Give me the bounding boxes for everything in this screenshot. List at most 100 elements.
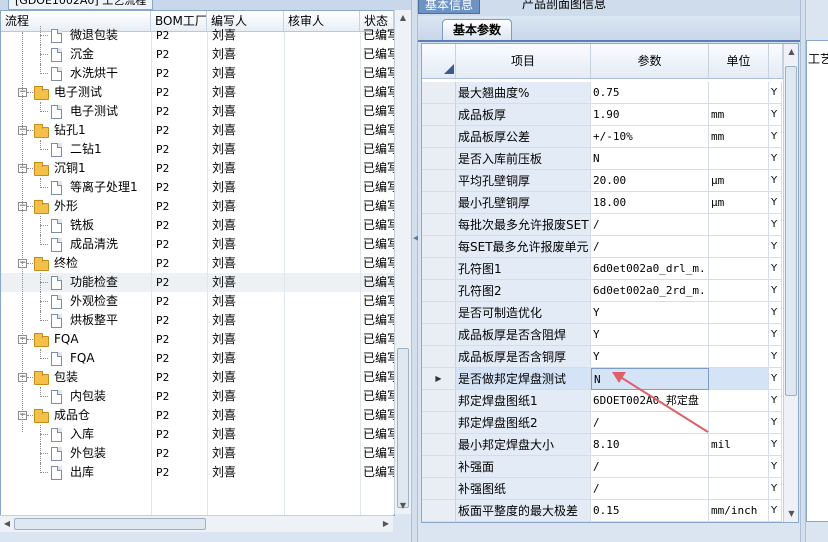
param-value-cell[interactable]: 18.00 <box>591 192 709 214</box>
tree-node-label[interactable]: 成品仓 <box>54 406 90 425</box>
col-header-unit[interactable]: 单位 <box>709 44 769 78</box>
tree-node-label[interactable]: 成品清洗 <box>70 235 118 254</box>
param-value-cell[interactable]: 20.00 <box>591 170 709 192</box>
col-header-item[interactable]: 项目 <box>456 44 591 78</box>
param-row[interactable]: 成品板厚是否含铜厚 Y Y <box>422 346 798 368</box>
param-row[interactable]: ▶ 是否做邦定焊盘测试 N Y <box>422 368 798 390</box>
tree-node-label[interactable]: FQA <box>54 330 79 349</box>
param-value-cell[interactable]: / <box>591 214 709 236</box>
scroll-down-arrow-icon[interactable]: ▼ <box>784 506 798 522</box>
panel-splitter[interactable]: ◀ <box>411 0 418 542</box>
tree-node-label[interactable]: 外观检查 <box>70 292 118 311</box>
param-value-cell[interactable]: +/-10% <box>591 126 709 148</box>
param-row[interactable]: 最小孔壁铜厚 18.00 μm Y <box>422 192 798 214</box>
tree-folder-row[interactable]: −包装P2刘喜已编写 <box>1 368 394 387</box>
tree-node-label[interactable]: 烘板整平 <box>70 311 118 330</box>
grid-vertical-scrollbar[interactable]: ▲ ▼ <box>783 44 798 522</box>
scroll-thumb[interactable] <box>785 66 797 396</box>
tree-node-label[interactable]: 铣板 <box>70 216 94 235</box>
tree-node-label[interactable]: 沉金 <box>70 45 94 64</box>
param-row[interactable]: 成品板厚公差 +/-10% mm Y <box>422 126 798 148</box>
tree-folder-row[interactable]: −钻孔1P2刘喜已编写 <box>1 121 394 140</box>
param-row[interactable]: 成品板厚是否含阻焊 Y Y <box>422 324 798 346</box>
tree-row[interactable]: 铣板 P2 刘喜 已编写 <box>1 216 394 235</box>
scroll-thumb[interactable] <box>397 348 409 508</box>
tree-row[interactable]: 电子测试 P2 刘喜 已编写 <box>1 102 394 121</box>
param-row[interactable]: 最大翘曲度% 0.75 Y <box>422 82 798 104</box>
param-row[interactable]: 是否入库前压板 N Y <box>422 148 798 170</box>
process-tab[interactable]: [GDOE1002A0] 工艺流程 <box>8 0 154 10</box>
tree-folder-row[interactable]: −成品仓P2刘喜已编写 <box>1 406 394 425</box>
param-row[interactable]: 每批次最多允许报废SET / Y <box>422 214 798 236</box>
tree-folder-row[interactable]: −电子测试P2刘喜已编写 <box>1 83 394 102</box>
tree-node-label[interactable]: 出库 <box>70 463 94 482</box>
scroll-down-arrow-icon[interactable]: ▼ <box>395 498 411 514</box>
tree-node-label[interactable]: 沉铜1 <box>54 159 86 178</box>
tree-row[interactable]: 入库 P2 刘喜 已编写 <box>1 425 394 444</box>
tree-folder-row[interactable]: −FQAP2刘喜已编写 <box>1 330 394 349</box>
param-value-cell[interactable]: 6d0et002a0_drl_m... <box>591 258 709 280</box>
tree-node-label[interactable]: 电子测试 <box>70 102 118 121</box>
tree-vertical-scrollbar[interactable]: ▲ ▼ <box>394 10 411 514</box>
tab-profile-info[interactable]: 产品剖面图信息 <box>516 0 612 12</box>
tree-node-label[interactable]: 微退包装 <box>70 26 118 45</box>
scroll-left-arrow-icon[interactable]: ◀ <box>0 516 14 532</box>
tree-node-label[interactable]: 水洗烘干 <box>70 64 118 83</box>
tree-node-label[interactable]: 包装 <box>54 368 78 387</box>
param-value-cell[interactable]: N <box>591 148 709 170</box>
scroll-up-arrow-icon[interactable]: ▲ <box>395 10 411 26</box>
tree-node-label[interactable]: 入库 <box>70 425 94 444</box>
param-row[interactable]: 每SET最多允许报废单元 / Y <box>422 236 798 258</box>
tree-node-label[interactable]: 电子测试 <box>54 83 102 102</box>
tree-row[interactable]: 水洗烘干 P2 刘喜 已编写 <box>1 64 394 83</box>
col-header-flag[interactable] <box>769 44 783 78</box>
tree-row[interactable]: 内包装 P2 刘喜 已编写 <box>1 387 394 406</box>
tree-row[interactable]: 外包装 P2 刘喜 已编写 <box>1 444 394 463</box>
tree-row[interactable]: 外观检查 P2 刘喜 已编写 <box>1 292 394 311</box>
param-value-cell[interactable]: Y <box>591 346 709 368</box>
param-value-cell[interactable]: 0.75 <box>591 82 709 104</box>
tree-horizontal-scrollbar[interactable]: ◀ ▶ <box>0 515 393 532</box>
scroll-right-arrow-icon[interactable]: ▶ <box>379 516 393 532</box>
tree-row[interactable]: 出库 P2 刘喜 已编写 <box>1 463 394 482</box>
tree-node-label[interactable]: 钻孔1 <box>54 121 86 140</box>
tree-row[interactable]: FQA P2 刘喜 已编写 <box>1 349 394 368</box>
tree-folder-row[interactable]: −沉铜1P2刘喜已编写 <box>1 159 394 178</box>
param-row[interactable]: 最小邦定焊盘大小 8.10 mil Y <box>422 434 798 456</box>
tree-row[interactable]: 成品清洗 P2 刘喜 已编写 <box>1 235 394 254</box>
param-row[interactable]: 是否可制造优化 Y Y <box>422 302 798 324</box>
param-value-cell[interactable]: / <box>591 412 709 434</box>
param-value-cell[interactable]: N <box>591 368 709 390</box>
tree-node-label[interactable]: 内包装 <box>70 387 106 406</box>
tree-row[interactable]: 微退包装 P2 刘喜 已编写 <box>1 26 394 45</box>
scroll-thumb[interactable] <box>14 518 206 530</box>
tree-node-label[interactable]: 功能检查 <box>70 273 118 292</box>
col-header-value[interactable]: 参数 <box>591 44 709 78</box>
param-value-cell[interactable]: 8.10 <box>591 434 709 456</box>
tree-folder-row[interactable]: −终检P2刘喜已编写 <box>1 254 394 273</box>
tree-row[interactable]: 等离子处理1 P2 刘喜 已编写 <box>1 178 394 197</box>
tree-node-label[interactable]: 二钻1 <box>70 140 102 159</box>
tree-row[interactable]: 功能检查 P2 刘喜 已编写 <box>1 273 394 292</box>
param-row[interactable]: 邦定焊盘图纸2/ Y <box>422 412 798 434</box>
param-row[interactable]: 邦定焊盘图纸1 6DOET002A0.邦定盘 Y <box>422 390 798 412</box>
param-row[interactable]: 成品板厚 1.90 mm Y <box>422 104 798 126</box>
param-value-cell[interactable]: 1.90 <box>591 104 709 126</box>
param-value-cell[interactable]: / <box>591 456 709 478</box>
tree-node-label[interactable]: 终检 <box>54 254 78 273</box>
tab-basic-info[interactable]: 基本信息 <box>418 0 481 14</box>
param-row[interactable]: 孔符图1 6d0et002a0_drl_m... Y <box>422 258 798 280</box>
param-value-cell[interactable]: Y <box>591 302 709 324</box>
param-value-cell[interactable]: / <box>591 478 709 500</box>
tree-node-label[interactable]: 外形 <box>54 197 78 216</box>
param-value-cell[interactable]: Y <box>591 324 709 346</box>
param-value-cell[interactable]: 6DOET002A0.邦定盘 <box>591 390 709 412</box>
param-value-cell[interactable]: 6d0et002a0_2rd_m... <box>591 280 709 302</box>
tree-node-label[interactable]: FQA <box>70 349 95 368</box>
param-row[interactable]: 平均孔壁铜厚 20.00 μm Y <box>422 170 798 192</box>
tab-basic-params[interactable]: 基本参数 <box>442 19 513 40</box>
param-row[interactable]: 孔符图2 6d0et002a0_2rd_m... Y <box>422 280 798 302</box>
tree-node-label[interactable]: 等离子处理1 <box>70 178 138 197</box>
scroll-up-arrow-icon[interactable]: ▲ <box>784 44 798 60</box>
tree-row[interactable]: 沉金 P2 刘喜 已编写 <box>1 45 394 64</box>
